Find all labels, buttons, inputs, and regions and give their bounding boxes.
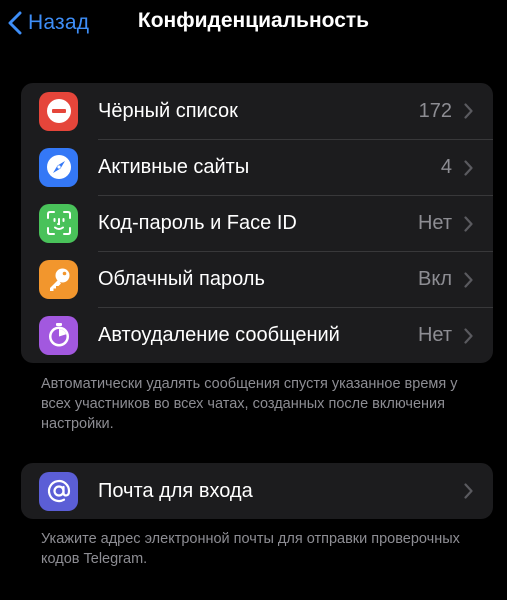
blocked-icon (39, 91, 78, 131)
chevron-right-icon (464, 271, 473, 288)
row-passcode-face-id[interactable]: Код-пароль и Face ID Нет (21, 195, 493, 251)
chevron-right-icon (464, 159, 473, 176)
auto-delete-footnote: Автоматически удалять сообщения спустя у… (41, 376, 458, 432)
login-email-group: Почта для входа (21, 463, 493, 519)
row-active-sites[interactable]: Активные сайты 4 (21, 139, 493, 195)
key-icon (39, 259, 78, 299)
row-label: Чёрный список (98, 99, 238, 122)
row-label: Автоудаление сообщений (98, 324, 340, 346)
page-title: Конфиденциальность (137, 9, 370, 32)
face-id-icon (39, 203, 78, 243)
chevron-right-icon (464, 215, 473, 232)
row-blocked-users[interactable]: Чёрный список 172 (21, 83, 493, 139)
row-label: Код-пароль и Face ID (98, 212, 297, 234)
row-value: 172 (418, 99, 452, 122)
row-value: Нет (417, 324, 452, 346)
row-value: 4 (440, 156, 452, 178)
row-value: Вкл (418, 268, 452, 290)
row-login-email[interactable]: Почта для входа (21, 463, 493, 519)
row-label: Активные сайты (98, 156, 250, 178)
timer-icon (39, 315, 78, 355)
row-label: Облачный пароль (98, 268, 265, 290)
at-sign-icon (39, 471, 78, 511)
navigation-bar: Назад Конфиденциальность (0, 0, 507, 46)
chevron-right-icon (464, 327, 473, 344)
privacy-settings-group: Чёрный список 172 Активные сайты 4 Код-п… (21, 83, 493, 363)
login-email-footnote: Укажите адрес электронной почты для отпр… (41, 531, 460, 567)
row-auto-delete-messages[interactable]: Автоудаление сообщений Нет (21, 307, 493, 363)
row-value: Нет (417, 212, 452, 234)
compass-icon (39, 147, 78, 187)
row-label: Почта для входа (98, 479, 253, 502)
chevron-right-icon (464, 103, 473, 119)
chevron-right-icon (464, 483, 473, 499)
row-cloud-password[interactable]: Облачный пароль Вкл (21, 251, 493, 307)
